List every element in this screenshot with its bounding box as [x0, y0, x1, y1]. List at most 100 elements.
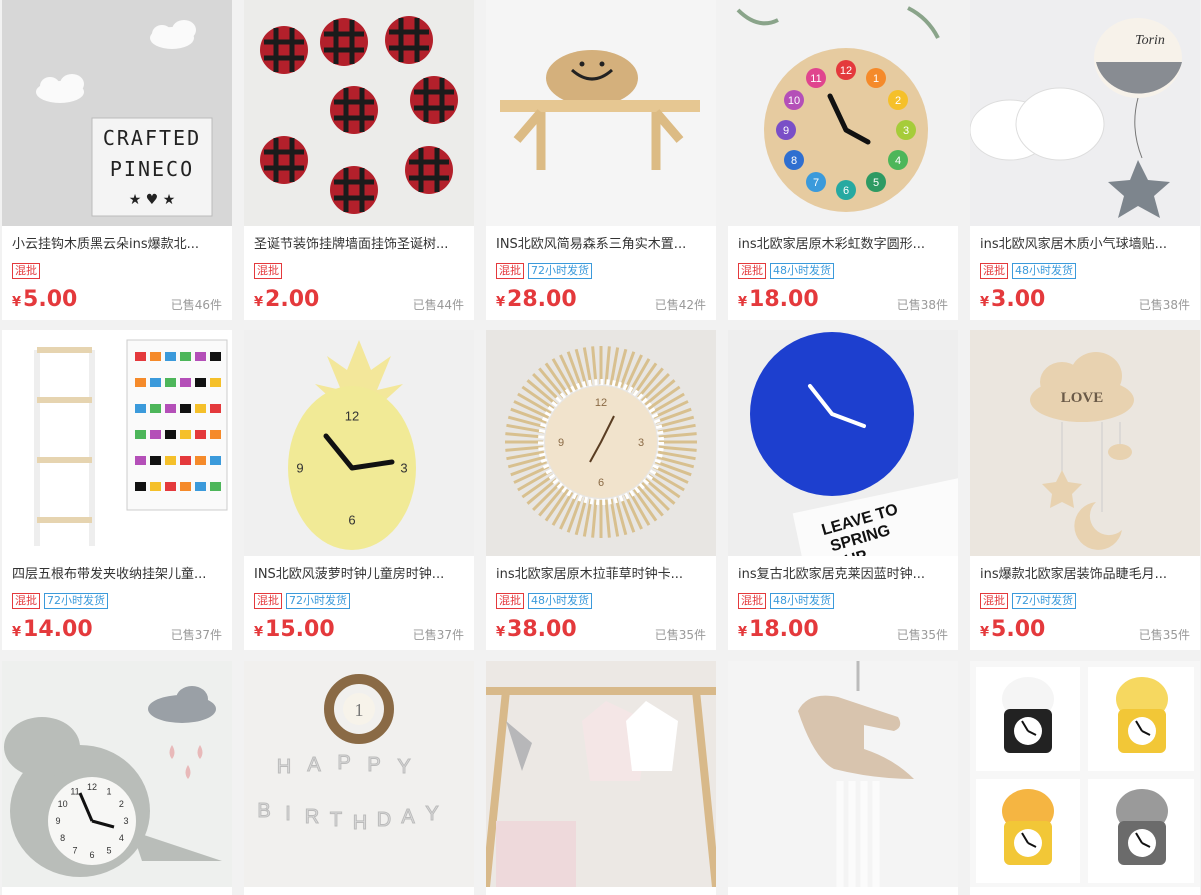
animal-clocks-image [970, 661, 1200, 887]
rocking-horse-hanger-image [728, 661, 958, 887]
banner-letter: R [305, 806, 319, 828]
hair-clip-icon [135, 352, 146, 361]
currency-symbol: ¥ [254, 295, 264, 310]
clock-number: 7 [72, 846, 77, 856]
shipping-time-tag: 48小时发货 [770, 593, 834, 609]
product-title[interactable]: ins北欧家居原木拉菲草时钟卡... [496, 566, 708, 584]
banner-letter: Y [397, 756, 410, 778]
clock-number: 7 [813, 177, 819, 189]
product-image[interactable] [244, 0, 474, 226]
product-image[interactable] [2, 330, 232, 556]
product-card[interactable]: CRAFTED PINECO ★ ♥ ★ 小云挂钩木质黑云朵ins爆款北... 混批… [2, 0, 232, 320]
product-price: ¥14.00 [12, 616, 93, 644]
product-card[interactable]: 12 3 6 9 INS北欧风菠萝时钟儿童房时钟... 混批 72小时发货 ¥15.00 已售… [244, 330, 474, 650]
product-card[interactable]: Torin ins北欧风家居木质小气球墙贴... 混批 48小时发货 ¥3.00 已售3… [970, 0, 1200, 320]
product-card[interactable]: INS北欧风简易森系三角实木置... 混批 72小时发货 ¥28.00 已售42件 [486, 0, 716, 320]
price-value: 18.00 [749, 287, 819, 312]
product-image[interactable] [970, 661, 1200, 895]
product-title[interactable]: ins北欧家居原木彩虹数字圆形... [738, 236, 950, 254]
mixed-batch-tag: 混批 [980, 263, 1008, 279]
product-title[interactable]: INS北欧风菠萝时钟儿童房时钟... [254, 566, 466, 584]
currency-symbol: ¥ [738, 625, 748, 640]
animal-clock-icon [1116, 789, 1168, 865]
product-card[interactable]: 12 1 2 3 4 5 6 7 8 9 10 11 [2, 661, 232, 895]
product-card[interactable]: 12 3 6 9 ins北欧家居原木拉菲草时钟卡... 混批 48小时发货 ¥38.00 已售… [486, 330, 716, 650]
price-value: 38.00 [507, 617, 577, 642]
product-image[interactable]: 12 1 2 3 4 5 6 7 8 9 10 11 [2, 661, 232, 895]
product-tags: 混批 72小时发货 [254, 593, 350, 609]
price-value: 2.00 [265, 287, 320, 312]
product-title[interactable]: ins复古北欧家居克莱因蓝时钟... [738, 566, 950, 584]
product-image[interactable]: LOVE [970, 330, 1200, 556]
hair-clip-icon [150, 352, 161, 361]
product-card[interactable]: 1HAPPYBIRTHDAY [244, 661, 474, 895]
product-title[interactable]: INS北欧风简易森系三角实木置... [496, 236, 708, 254]
product-title[interactable]: 圣诞节装饰挂牌墙面挂饰圣诞树... [254, 236, 466, 254]
product-tags: 混批 48小时发货 [738, 593, 834, 609]
product-tags: 混批 [254, 263, 282, 279]
product-image[interactable]: CRAFTED PINECO ★ ♥ ★ [2, 0, 232, 226]
clock-number: 9 [55, 816, 60, 826]
product-tags: 混批 72小时发货 [980, 593, 1076, 609]
product-title[interactable]: ins北欧风家居木质小气球墙贴... [980, 236, 1192, 254]
product-image[interactable]: 1HAPPYBIRTHDAY [244, 661, 474, 895]
lightbox-text: CRAFTED [103, 126, 201, 150]
ornament-icon [330, 166, 378, 214]
product-card[interactable]: LOVE ins爆款北欧家居装饰品睫毛月... 混批 72小时发货 ¥5.00 已售35… [970, 330, 1200, 650]
banner-letter: H [353, 812, 367, 834]
product-card[interactable] [970, 661, 1200, 895]
ornament-icon [330, 86, 378, 134]
product-image[interactable] [486, 0, 716, 226]
product-image[interactable]: Torin [970, 0, 1200, 226]
ornament-icon [405, 146, 453, 194]
product-price: ¥18.00 [738, 616, 819, 644]
product-card[interactable]: LEAVE TO SPRING UP ins复古北欧家居克莱因蓝时钟... 混批4… [728, 330, 958, 650]
birthday-wreath-image: 1H A P P YB I R T H D A Y [244, 661, 474, 887]
product-title[interactable]: ins爆款北欧家居装饰品睫毛月... [980, 566, 1192, 584]
clock-number: 6 [348, 513, 355, 528]
product-image[interactable] [486, 661, 716, 895]
product-card[interactable]: 12 1 2 3 4 5 6 7 8 9 10 11 ins北欧家居原木彩虹数字… [728, 0, 958, 320]
product-card[interactable]: 四层五根布带发夹收纳挂架儿童... 混批 72小时发货 ¥14.00 已售37件 [2, 330, 232, 650]
raffia-clock-image: 12 3 6 9 [486, 330, 716, 556]
clock-number: 3 [903, 125, 909, 137]
product-image[interactable]: 12 3 6 9 [244, 330, 474, 556]
clock-number: 6 [843, 185, 849, 197]
hair-clip-icon [135, 404, 146, 413]
product-title[interactable]: 四层五根布带发夹收纳挂架儿童... [12, 566, 224, 584]
price-value: 15.00 [265, 617, 335, 642]
mixed-batch-tag: 混批 [254, 593, 282, 609]
product-tags: 混批 72小时发货 [496, 263, 592, 279]
price-value: 14.00 [23, 617, 93, 642]
product-image[interactable]: LEAVE TO SPRING UP [728, 330, 958, 556]
shipping-time-tag: 48小时发货 [770, 263, 834, 279]
product-price: ¥28.00 [496, 286, 577, 314]
shipping-time-tag: 48小时发货 [528, 593, 592, 609]
hair-clip-icon [135, 378, 146, 387]
product-card[interactable] [728, 661, 958, 895]
shipping-time-tag: 72小时发货 [286, 593, 350, 609]
currency-symbol: ¥ [496, 625, 506, 640]
cloud-moon-mobile-image: LOVE [970, 330, 1200, 556]
product-image[interactable]: 12 3 6 9 [486, 330, 716, 556]
product-card[interactable] [486, 661, 716, 895]
cloud-hook-lightbox-image: CRAFTED PINECO ★ ♥ ★ [2, 0, 232, 226]
mixed-batch-tag: 混批 [254, 263, 282, 279]
product-image[interactable]: 12 1 2 3 4 5 6 7 8 9 10 11 [728, 0, 958, 226]
product-image[interactable] [728, 661, 958, 895]
product-price: ¥5.00 [980, 616, 1045, 644]
product-card[interactable]: 圣诞节装饰挂牌墙面挂饰圣诞树... 混批 ¥2.00 已售44件 [244, 0, 474, 320]
sold-count: 已售42件 [654, 298, 706, 312]
ornament-icon [260, 136, 308, 184]
product-title[interactable]: 小云挂钩木质黑云朵ins爆款北... [12, 236, 224, 254]
cloud-text: LOVE [1061, 390, 1104, 406]
hair-clip-icon [180, 404, 191, 413]
hair-clip-icon [150, 430, 161, 439]
price-value: 28.00 [507, 287, 577, 312]
sold-count: 已售37件 [170, 628, 222, 642]
sold-count: 已售35件 [654, 628, 706, 642]
price-value: 3.00 [991, 287, 1046, 312]
hair-clip-icon [135, 430, 146, 439]
clock-number: 3 [400, 461, 407, 476]
hair-clip-icon [150, 482, 161, 491]
